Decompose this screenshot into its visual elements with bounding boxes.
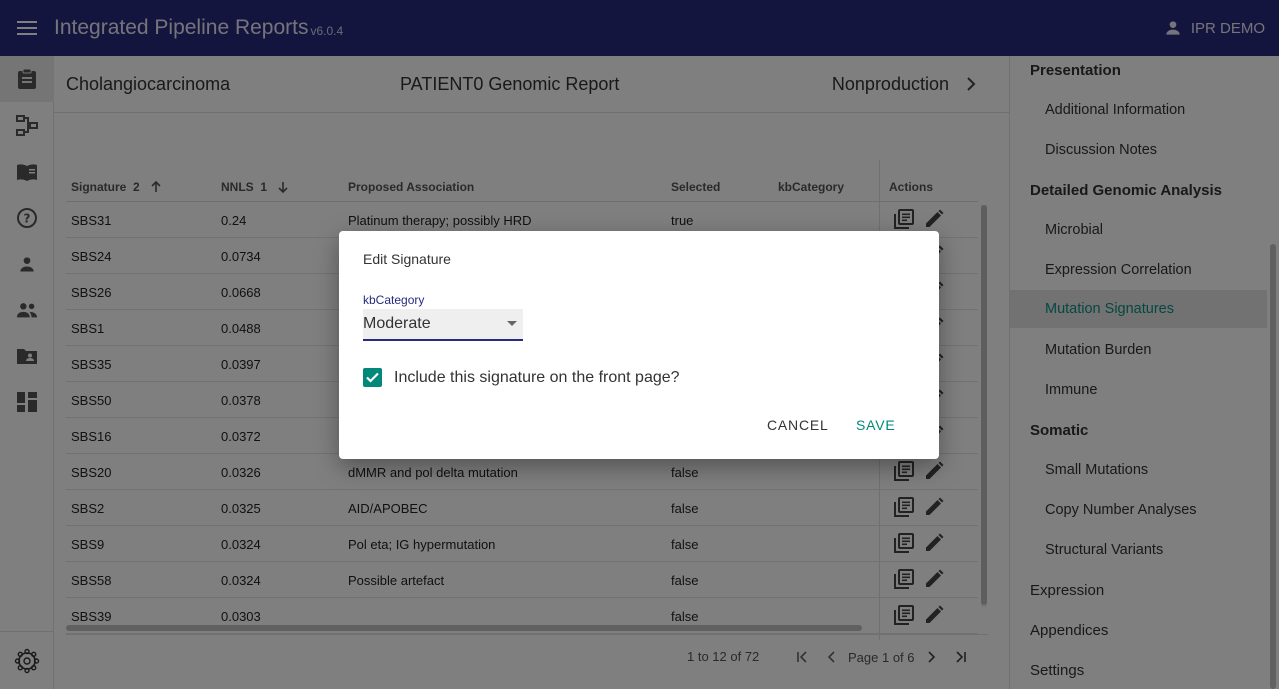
kbcategory-label: kbCategory [363, 293, 425, 307]
kbcategory-select[interactable]: Moderate [363, 309, 523, 341]
front-page-checkbox-label[interactable]: Include this signature on the front page… [394, 369, 680, 387]
dropdown-arrow-icon [507, 321, 517, 326]
front-page-checkbox[interactable] [363, 368, 382, 387]
edit-signature-dialog: Edit Signature kbCategory Moderate Inclu… [339, 231, 939, 459]
kbcategory-value: Moderate [363, 315, 431, 332]
save-button[interactable]: SAVE [856, 417, 896, 433]
dialog-title: Edit Signature [363, 251, 451, 267]
cancel-button[interactable]: CANCEL [767, 417, 829, 433]
checkmark-icon [366, 372, 379, 383]
